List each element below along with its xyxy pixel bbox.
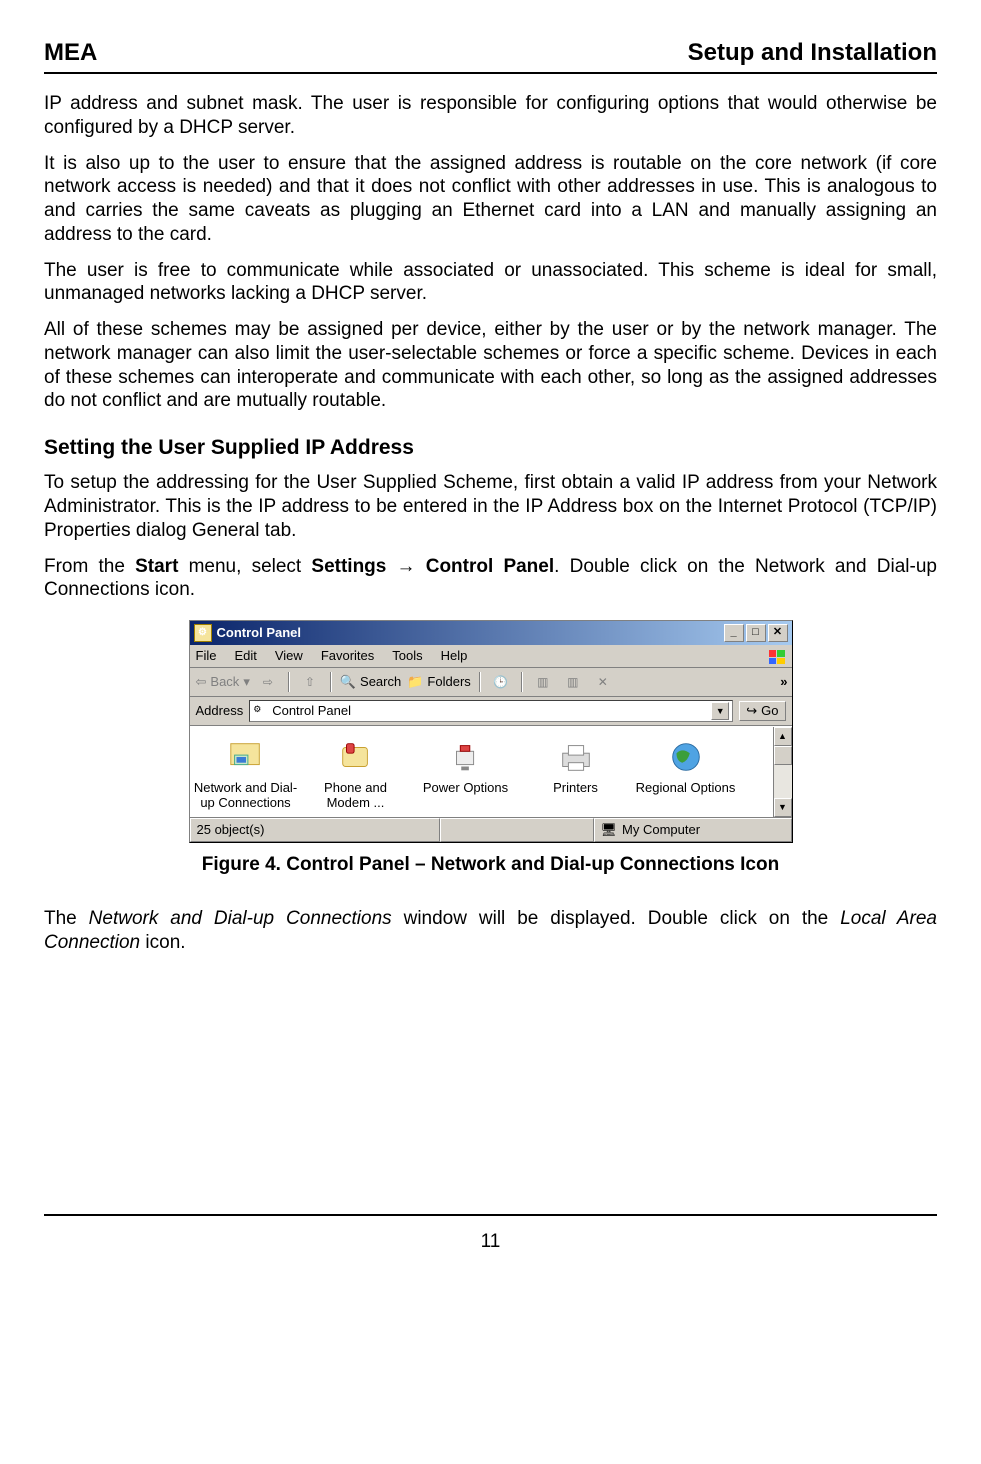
scroll-thumb[interactable]: [774, 746, 792, 765]
control-panel-icon: ⚙: [253, 704, 267, 718]
body-paragraph: It is also up to the user to ensure that…: [44, 152, 937, 247]
window-title: Control Panel: [217, 625, 722, 641]
status-bar: 25 object(s) 🖥 My Computer: [190, 817, 792, 842]
scroll-track[interactable]: [774, 765, 792, 798]
history-button[interactable]: 🕒: [489, 671, 513, 693]
item-label: Printers: [524, 781, 628, 796]
power-options-icon: [446, 737, 486, 777]
address-field[interactable]: ⚙ Control Panel ▼: [249, 700, 733, 722]
up-button[interactable]: ⇧: [298, 671, 322, 693]
phone-modem-icon: [336, 737, 376, 777]
body-paragraph: The Network and Dial-up Connections wind…: [44, 907, 937, 955]
item-label: Phone and Modem ...: [304, 781, 408, 811]
status-middle: [440, 818, 594, 842]
folders-button[interactable]: 📁 Folders: [407, 674, 471, 690]
header-rule: [44, 72, 937, 74]
item-network-connections[interactable]: Network and Dial-up Connections: [194, 737, 298, 811]
network-connections-icon: [226, 737, 266, 777]
page-header: MEA Setup and Installation: [44, 38, 937, 68]
chevron-more-icon[interactable]: »: [780, 674, 787, 690]
body-paragraph: To setup the addressing for the User Sup…: [44, 471, 937, 542]
item-phone-modem[interactable]: Phone and Modem ...: [304, 737, 408, 811]
vertical-scrollbar[interactable]: ▲ ▼: [773, 727, 792, 817]
address-bar: Address ⚙ Control Panel ▼ ↪ Go: [190, 697, 792, 726]
toolbar-separator: [288, 672, 290, 692]
scroll-down-button[interactable]: ▼: [774, 798, 792, 817]
header-right: Setup and Installation: [688, 38, 937, 68]
menu-edit[interactable]: Edit: [234, 648, 256, 664]
menu-tools[interactable]: Tools: [392, 648, 422, 664]
toolbar: ⇦ Back ▾ ⇨ ⇧ 🔍 Search 📁 Folders 🕒 ▥ ▥ ✕ …: [190, 668, 792, 697]
regional-options-icon: [666, 737, 706, 777]
toolbar-separator: [330, 672, 332, 692]
windows-logo-icon: [766, 648, 788, 666]
titlebar[interactable]: ⚙ Control Panel _ □ ✕: [190, 621, 792, 645]
toolbar-separator: [479, 672, 481, 692]
forward-button[interactable]: ⇨: [256, 671, 280, 693]
content-area: Network and Dial-up Connections Phone an…: [190, 726, 792, 817]
header-left: MEA: [44, 38, 97, 68]
item-regional-options[interactable]: Regional Options: [634, 737, 738, 811]
toolbar-separator: [521, 672, 523, 692]
menu-help[interactable]: Help: [441, 648, 468, 664]
item-label: Power Options: [414, 781, 518, 796]
section-heading: Setting the User Supplied IP Address: [44, 435, 937, 461]
menu-favorites[interactable]: Favorites: [321, 648, 374, 664]
menubar: File Edit View Favorites Tools Help: [190, 645, 792, 668]
body-paragraph: From the Start menu, select Settings → C…: [44, 555, 937, 603]
go-button[interactable]: ↪ Go: [739, 701, 785, 721]
item-label: Network and Dial-up Connections: [194, 781, 298, 811]
minimize-button[interactable]: _: [724, 624, 744, 642]
move-to-button[interactable]: ▥: [531, 671, 555, 693]
body-paragraph: The user is free to communicate while as…: [44, 259, 937, 307]
item-printers[interactable]: Printers: [524, 737, 628, 811]
body-paragraph: All of these schemes may be assigned per…: [44, 318, 937, 413]
figure-caption: Figure 4. Control Panel – Network and Di…: [44, 853, 937, 877]
copy-to-button[interactable]: ▥: [561, 671, 585, 693]
footer-rule: [44, 1214, 937, 1216]
go-arrow-icon: ↪: [746, 703, 757, 719]
back-button[interactable]: ⇦ Back ▾: [196, 674, 250, 690]
search-button[interactable]: 🔍 Search: [340, 674, 401, 690]
address-dropdown-icon[interactable]: ▼: [711, 702, 729, 720]
maximize-button[interactable]: □: [746, 624, 766, 642]
printers-icon: [556, 737, 596, 777]
scroll-up-button[interactable]: ▲: [774, 727, 792, 746]
close-button[interactable]: ✕: [768, 624, 788, 642]
item-label: Regional Options: [634, 781, 738, 796]
my-computer-icon: 🖥: [601, 822, 618, 838]
menu-file[interactable]: File: [196, 648, 217, 664]
item-power-options[interactable]: Power Options: [414, 737, 518, 811]
address-label: Address: [196, 703, 244, 719]
delete-button[interactable]: ✕: [591, 671, 615, 693]
status-object-count: 25 object(s): [190, 818, 440, 842]
control-panel-icon: ⚙: [194, 624, 212, 642]
address-value: Control Panel: [272, 703, 351, 719]
body-paragraph: IP address and subnet mask. The user is …: [44, 92, 937, 140]
status-location: 🖥 My Computer: [594, 818, 792, 842]
menu-view[interactable]: View: [275, 648, 303, 664]
control-panel-window: ⚙ Control Panel _ □ ✕ File Edit View Fav…: [189, 620, 793, 843]
page-number: 11: [44, 1230, 937, 1254]
